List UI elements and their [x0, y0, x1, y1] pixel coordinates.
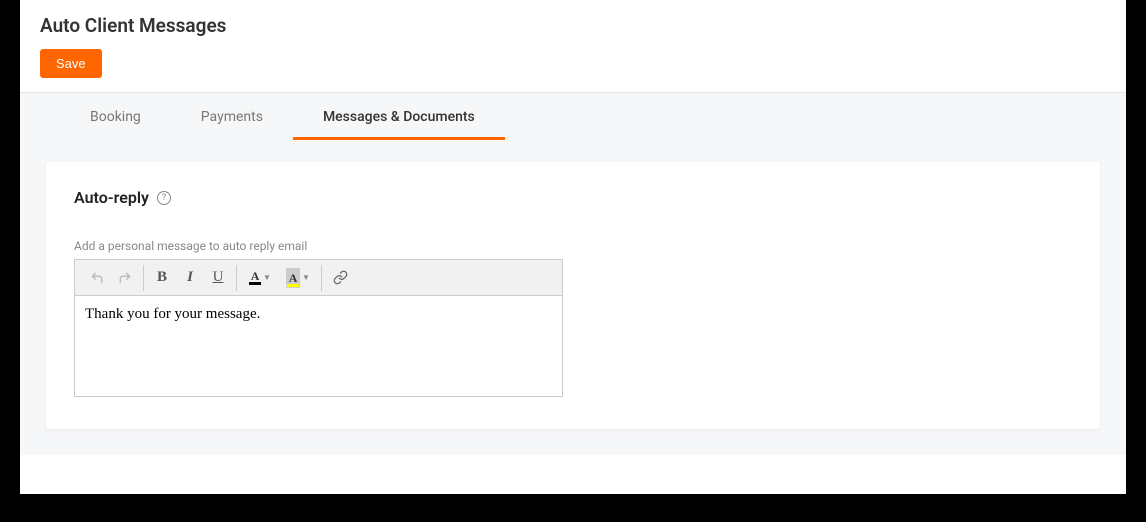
toolbar-group-color: A ▼ A [237, 265, 322, 291]
undo-button[interactable] [83, 265, 111, 291]
link-button[interactable] [326, 265, 354, 291]
bold-button[interactable]: B [148, 265, 176, 291]
section-title-row: Auto-reply ? [74, 188, 1072, 207]
text-color-icon: A [249, 270, 261, 285]
undo-icon [90, 271, 104, 285]
tab-label: Payments [201, 109, 263, 125]
italic-button[interactable]: I [176, 265, 204, 291]
toolbar-group-format: B I U [144, 265, 237, 291]
editor-toolbar: B I U A [75, 260, 562, 296]
bg-color-button[interactable]: A ▼ [279, 265, 317, 291]
text-color-button[interactable]: A ▼ [241, 265, 279, 291]
tab-payments[interactable]: Payments [171, 93, 293, 140]
link-icon [333, 270, 348, 285]
underline-icon: U [213, 269, 224, 286]
save-button[interactable]: Save [40, 49, 102, 78]
redo-button[interactable] [111, 265, 139, 291]
tab-label: Booking [90, 109, 141, 125]
section-title: Auto-reply [74, 188, 149, 207]
tab-messages-documents[interactable]: Messages & Documents [293, 93, 505, 140]
rich-text-editor: B I U A [74, 259, 563, 397]
underline-button[interactable]: U [204, 265, 232, 291]
content-area: Auto-reply ? Add a personal message to a… [20, 140, 1126, 455]
toolbar-group-link [322, 265, 358, 291]
toolbar-group-history [79, 265, 144, 291]
tab-booking[interactable]: Booking [60, 93, 171, 140]
page-title: Auto Client Messages [40, 14, 1106, 37]
help-icon[interactable]: ? [157, 191, 171, 205]
page-container: Auto Client Messages Save Booking Paymen… [20, 0, 1126, 494]
bg-color-icon: A [286, 268, 300, 288]
bold-icon: B [157, 269, 167, 286]
auto-reply-card: Auto-reply ? Add a personal message to a… [46, 162, 1100, 429]
tabs-bar: Booking Payments Messages & Documents [20, 92, 1126, 140]
redo-icon [118, 271, 132, 285]
tab-label: Messages & Documents [323, 109, 475, 125]
page-background: Auto Client Messages Save Booking Paymen… [0, 0, 1146, 522]
chevron-down-icon: ▼ [263, 273, 271, 282]
chevron-down-icon: ▼ [302, 273, 310, 282]
editor-content[interactable]: Thank you for your message. [75, 296, 562, 396]
editor-field-label: Add a personal message to auto reply ema… [74, 239, 1072, 253]
page-header: Auto Client Messages Save [20, 0, 1126, 92]
italic-icon: I [187, 269, 193, 286]
